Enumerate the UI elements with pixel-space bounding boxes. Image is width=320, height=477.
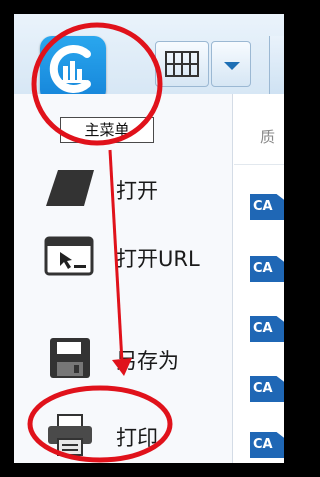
file-list-header-label: 质 (260, 128, 276, 146)
open-folder-icon (46, 170, 94, 206)
toolbar-right-edge (269, 36, 284, 94)
open-url-icon (44, 236, 94, 276)
file-type-badge: CA (250, 432, 284, 458)
menu-item-label: 打开URL (116, 247, 200, 271)
file-type-badge: CA (250, 256, 284, 282)
app-window: 打开 打开URL 另存为 打印 质 CA CA CA CA CA 主菜单 (14, 14, 284, 463)
menu-item-label: 另存为 (116, 349, 179, 373)
file-list-header: 质 (234, 94, 284, 165)
main-menu-tooltip: 主菜单 (60, 117, 154, 143)
file-list: 质 CA CA CA CA CA (234, 94, 284, 463)
file-list-item[interactable]: CA (244, 432, 284, 458)
layout-button[interactable] (155, 41, 209, 87)
chevron-down-icon (224, 62, 240, 70)
file-list-item[interactable]: CA (244, 194, 284, 220)
menu-item-open-url[interactable]: 打开URL (14, 228, 232, 288)
layout-grid-icon (165, 51, 199, 77)
app-logo-icon (49, 45, 91, 93)
main-menu-button[interactable] (40, 36, 106, 102)
file-list-item[interactable]: CA (244, 376, 284, 402)
toolbar-dropdown-button[interactable] (211, 41, 251, 87)
menu-item-open[interactable]: 打开 (14, 160, 232, 220)
file-list-item[interactable]: CA (244, 256, 284, 282)
printer-icon (48, 414, 92, 456)
file-type-badge: CA (250, 194, 284, 220)
file-type-badge: CA (250, 376, 284, 402)
menu-item-print[interactable]: 打印 (14, 407, 232, 463)
toolbar (14, 14, 284, 102)
file-list-item[interactable]: CA (244, 316, 284, 342)
main-menu-panel: 打开 打开URL 另存为 打印 (14, 94, 233, 463)
menu-item-label: 打印 (116, 426, 158, 450)
menu-item-label: 打开 (116, 179, 158, 203)
file-type-badge: CA (250, 316, 284, 342)
save-as-icon (50, 338, 90, 378)
menu-item-save-as[interactable]: 另存为 (14, 330, 232, 390)
